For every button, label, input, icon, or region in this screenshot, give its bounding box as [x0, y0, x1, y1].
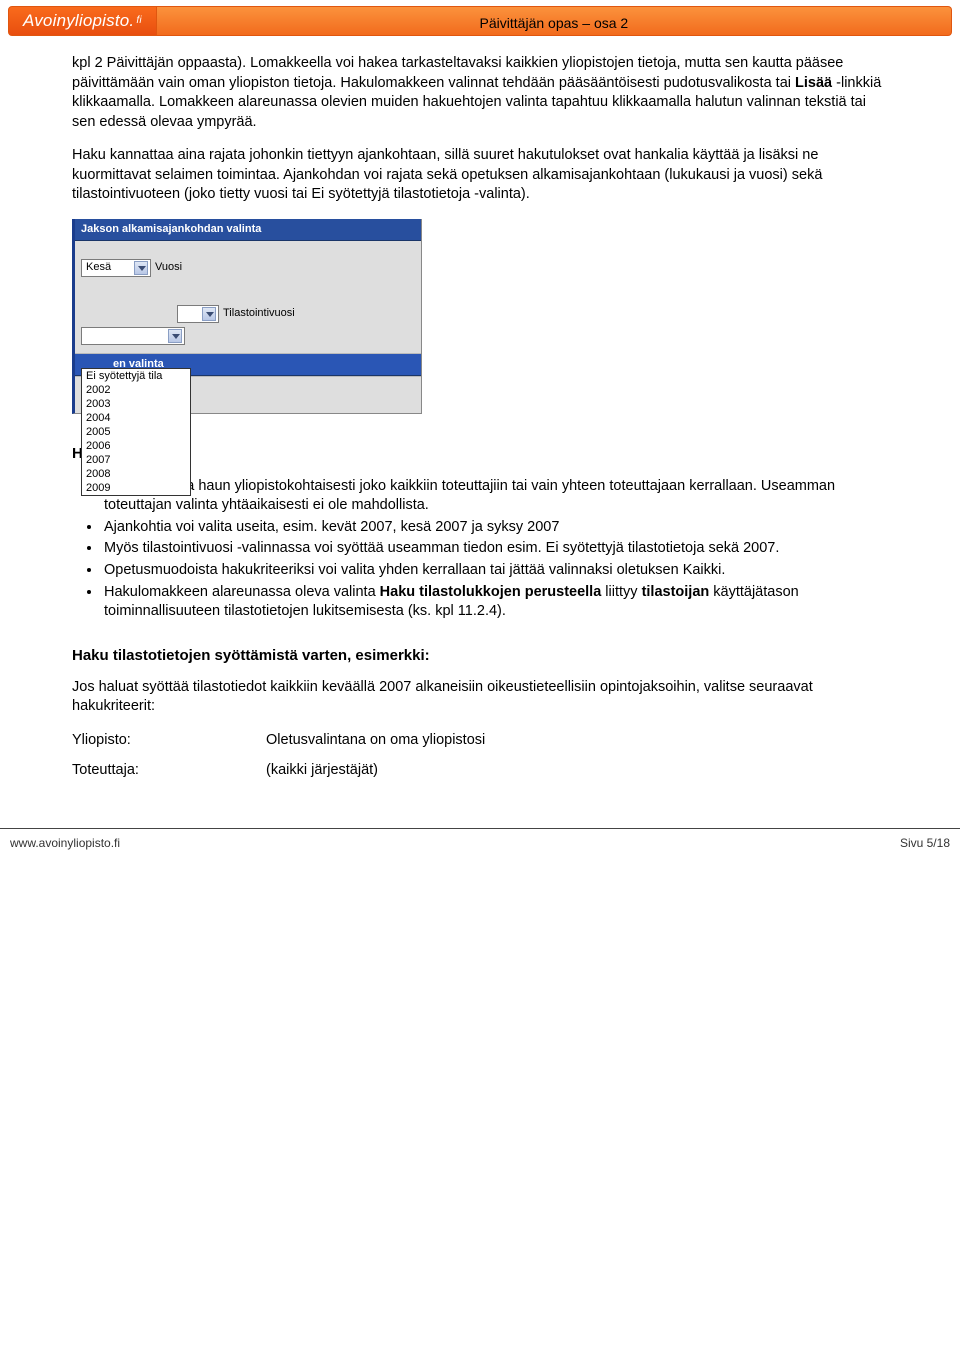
dropdown-option[interactable]: 2009: [82, 481, 190, 495]
list-item: Voit kohdistaa haun yliopistokohtaisesti…: [102, 477, 888, 516]
dropdown-option[interactable]: 2004: [82, 411, 190, 425]
example-heading: Haku tilastotietojen syöttämistä varten,…: [72, 646, 888, 666]
doc-title: Päivittäjän opas – osa 2: [480, 14, 629, 33]
dropdown-option[interactable]: 2005: [82, 425, 190, 439]
stat-year-select-arrow[interactable]: [177, 305, 219, 323]
header: Avoinyliopisto.fi Päivittäjän opas – osa…: [8, 6, 952, 36]
content-area: kpl 2 Päivittäjän oppaasta). Lomakkeella…: [72, 54, 888, 780]
stat-year-dropdown[interactable]: Ei syötettyjä tila 2002 2003 2004 2005 2…: [81, 368, 191, 496]
form-screenshot: Jakson alkamisajankohdan valinta Kesä Vu…: [72, 219, 422, 415]
paragraph-1: kpl 2 Päivittäjän oppaasta). Lomakkeella…: [72, 54, 888, 132]
dropdown-option[interactable]: 2008: [82, 467, 190, 481]
season-select[interactable]: Kesä: [81, 259, 151, 277]
paragraph-2: Haku kannattaa aina rajata johonkin tiet…: [72, 146, 888, 205]
notes-list: Voit kohdistaa haun yliopistokohtaisesti…: [102, 477, 888, 622]
brand-sup: fi: [136, 14, 141, 28]
chevron-down-icon: [134, 261, 148, 275]
page-title-bar: Päivittäjän opas – osa 2: [157, 6, 952, 36]
criteria-row-toteuttaja: Toteuttaja: (kaikki järjestäjät): [72, 761, 888, 781]
dropdown-option[interactable]: 2006: [82, 439, 190, 453]
brand-text: Avoinyliopisto.: [23, 10, 134, 33]
footer-page: Sivu 5/18: [900, 835, 950, 851]
criteria-value: (kaikki järjestäjät): [266, 761, 378, 781]
dropdown-option[interactable]: 2003: [82, 397, 190, 411]
criteria-row-yliopisto: Yliopisto: Oletusvalintana on oma yliopi…: [72, 731, 888, 751]
criteria-label: Yliopisto:: [72, 731, 266, 751]
ss-section-header-1: Jakson alkamisajankohdan valinta: [75, 219, 421, 241]
footer-url: www.avoinyliopisto.fi: [10, 835, 120, 851]
list-item: Hakulomakkeen alareunassa oleva valinta …: [102, 583, 888, 622]
dropdown-option[interactable]: 2007: [82, 453, 190, 467]
footer: www.avoinyliopisto.fi Sivu 5/18: [0, 828, 960, 861]
brand-logo: Avoinyliopisto.fi: [8, 6, 157, 36]
stat-year-select[interactable]: [81, 327, 185, 345]
stat-label: Tilastointivuosi: [223, 306, 295, 321]
list-item: Ajankohtia voi valita useita, esim. kevä…: [102, 518, 888, 538]
list-item: Opetusmuodoista hakukriteeriksi voi vali…: [102, 561, 888, 581]
ss-section-1: Kesä Vuosi: [75, 241, 421, 293]
list-item: Myös tilastointivuosi -valinnassa voi sy…: [102, 539, 888, 559]
huomattavaa-heading: Huomattavaa: [72, 444, 888, 464]
chevron-down-icon: [202, 307, 216, 321]
dropdown-option[interactable]: Ei syötettyjä tila: [82, 369, 190, 383]
season-label: Vuosi: [155, 260, 182, 275]
chevron-down-icon: [168, 329, 182, 343]
dropdown-option[interactable]: 2002: [82, 383, 190, 397]
criteria-value: Oletusvalintana on oma yliopistosi: [266, 731, 485, 751]
example-intro: Jos haluat syöttää tilastotiedot kaikkii…: [72, 678, 888, 717]
criteria-label: Toteuttaja:: [72, 761, 266, 781]
